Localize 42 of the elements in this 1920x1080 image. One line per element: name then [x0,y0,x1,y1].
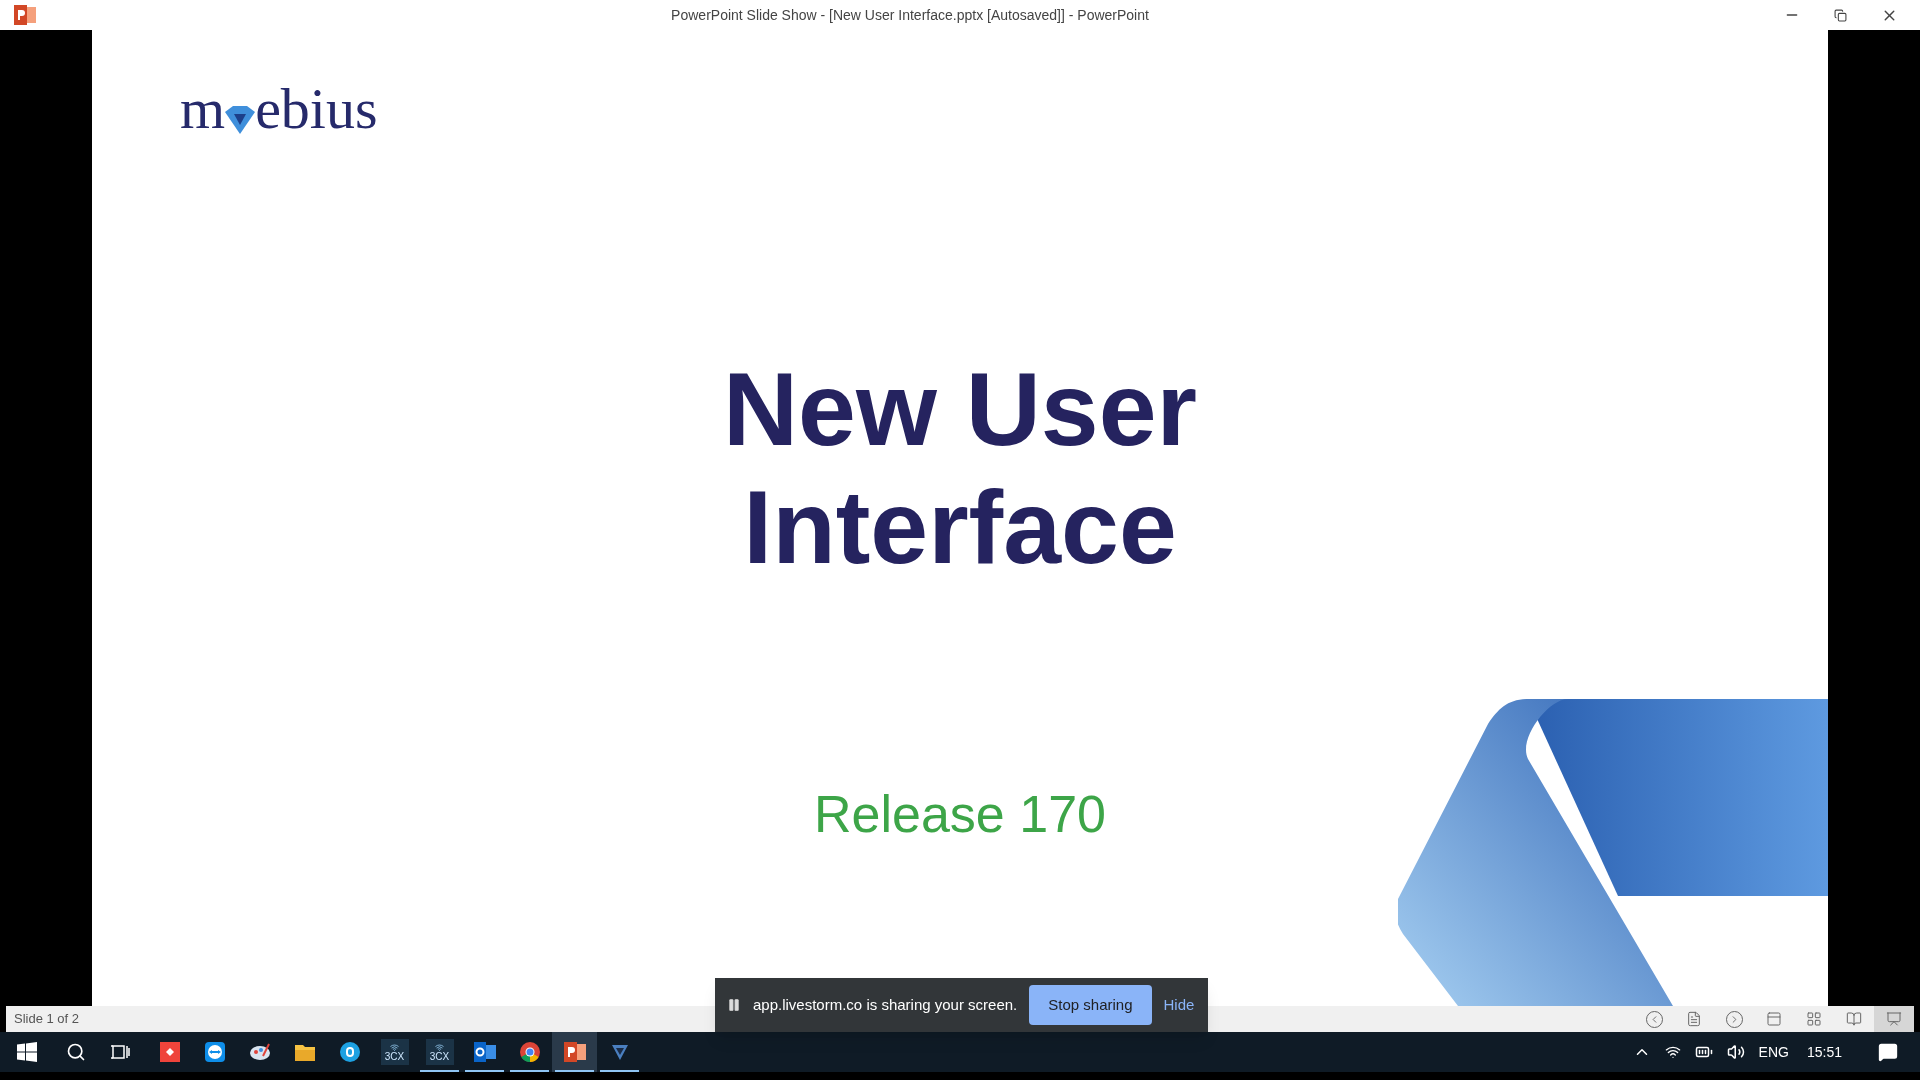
app-label: 3CX [429,1051,450,1062]
notification-icon[interactable] [1878,1042,1898,1062]
slide-subtitle: Release 170 [814,784,1106,845]
presentation-icon [1886,1011,1902,1027]
slide-title: Interface [743,468,1177,586]
arrows-app-icon [204,1042,225,1062]
normal-view-icon [1766,1011,1782,1027]
hide-link[interactable]: Hide [1163,993,1195,1017]
windows-start-icon[interactable] [17,1042,37,1062]
slides-app-icon [563,1042,586,1062]
taskbar-app-button[interactable]: 3CX [372,1032,417,1072]
app-label: 3CX [384,1051,405,1062]
slides-app-icon [14,5,36,25]
book-icon [1846,1011,1862,1027]
slide-title: New User [723,350,1197,468]
signal-icon [390,1042,399,1052]
logo-text: m [180,80,226,138]
shield-app-icon [609,1042,630,1062]
search-icon[interactable] [66,1042,86,1062]
restore-icon[interactable] [1834,8,1847,22]
logo-text: ebius [255,80,378,138]
signal-icon [435,1042,444,1052]
palette-app-icon [248,1042,271,1062]
notes-icon [1686,1011,1702,1027]
slide-counter: Slide 1 of 2 [14,1010,80,1029]
taskbar-app-button[interactable] [552,1032,597,1072]
sharing-message: app.livestorm.co is sharing your screen. [753,994,1018,1015]
stop-sharing-button[interactable]: Stop sharing [1029,985,1152,1025]
volume-icon[interactable] [1726,1043,1745,1061]
folder-app-icon [294,1043,315,1061]
grid-icon [1806,1011,1822,1027]
browser-app-icon [519,1042,540,1062]
task-view-icon[interactable] [110,1042,130,1062]
clock[interactable]: 15:51 [1806,1041,1842,1063]
diamond-app-icon [159,1042,180,1062]
window-title: PowerPoint Slide Show - [New User Interface.pptx [Autosaved]] - PowerPoint [671,5,1149,25]
language-indicator[interactable]: ENG [1758,1041,1789,1063]
taskbar-app-button[interactable]: 3CX [417,1032,462,1072]
pause-icon [727,998,741,1012]
diamond-logo-icon [225,106,256,134]
mail-app-icon [473,1042,496,1062]
wifi-icon[interactable] [1664,1044,1681,1060]
